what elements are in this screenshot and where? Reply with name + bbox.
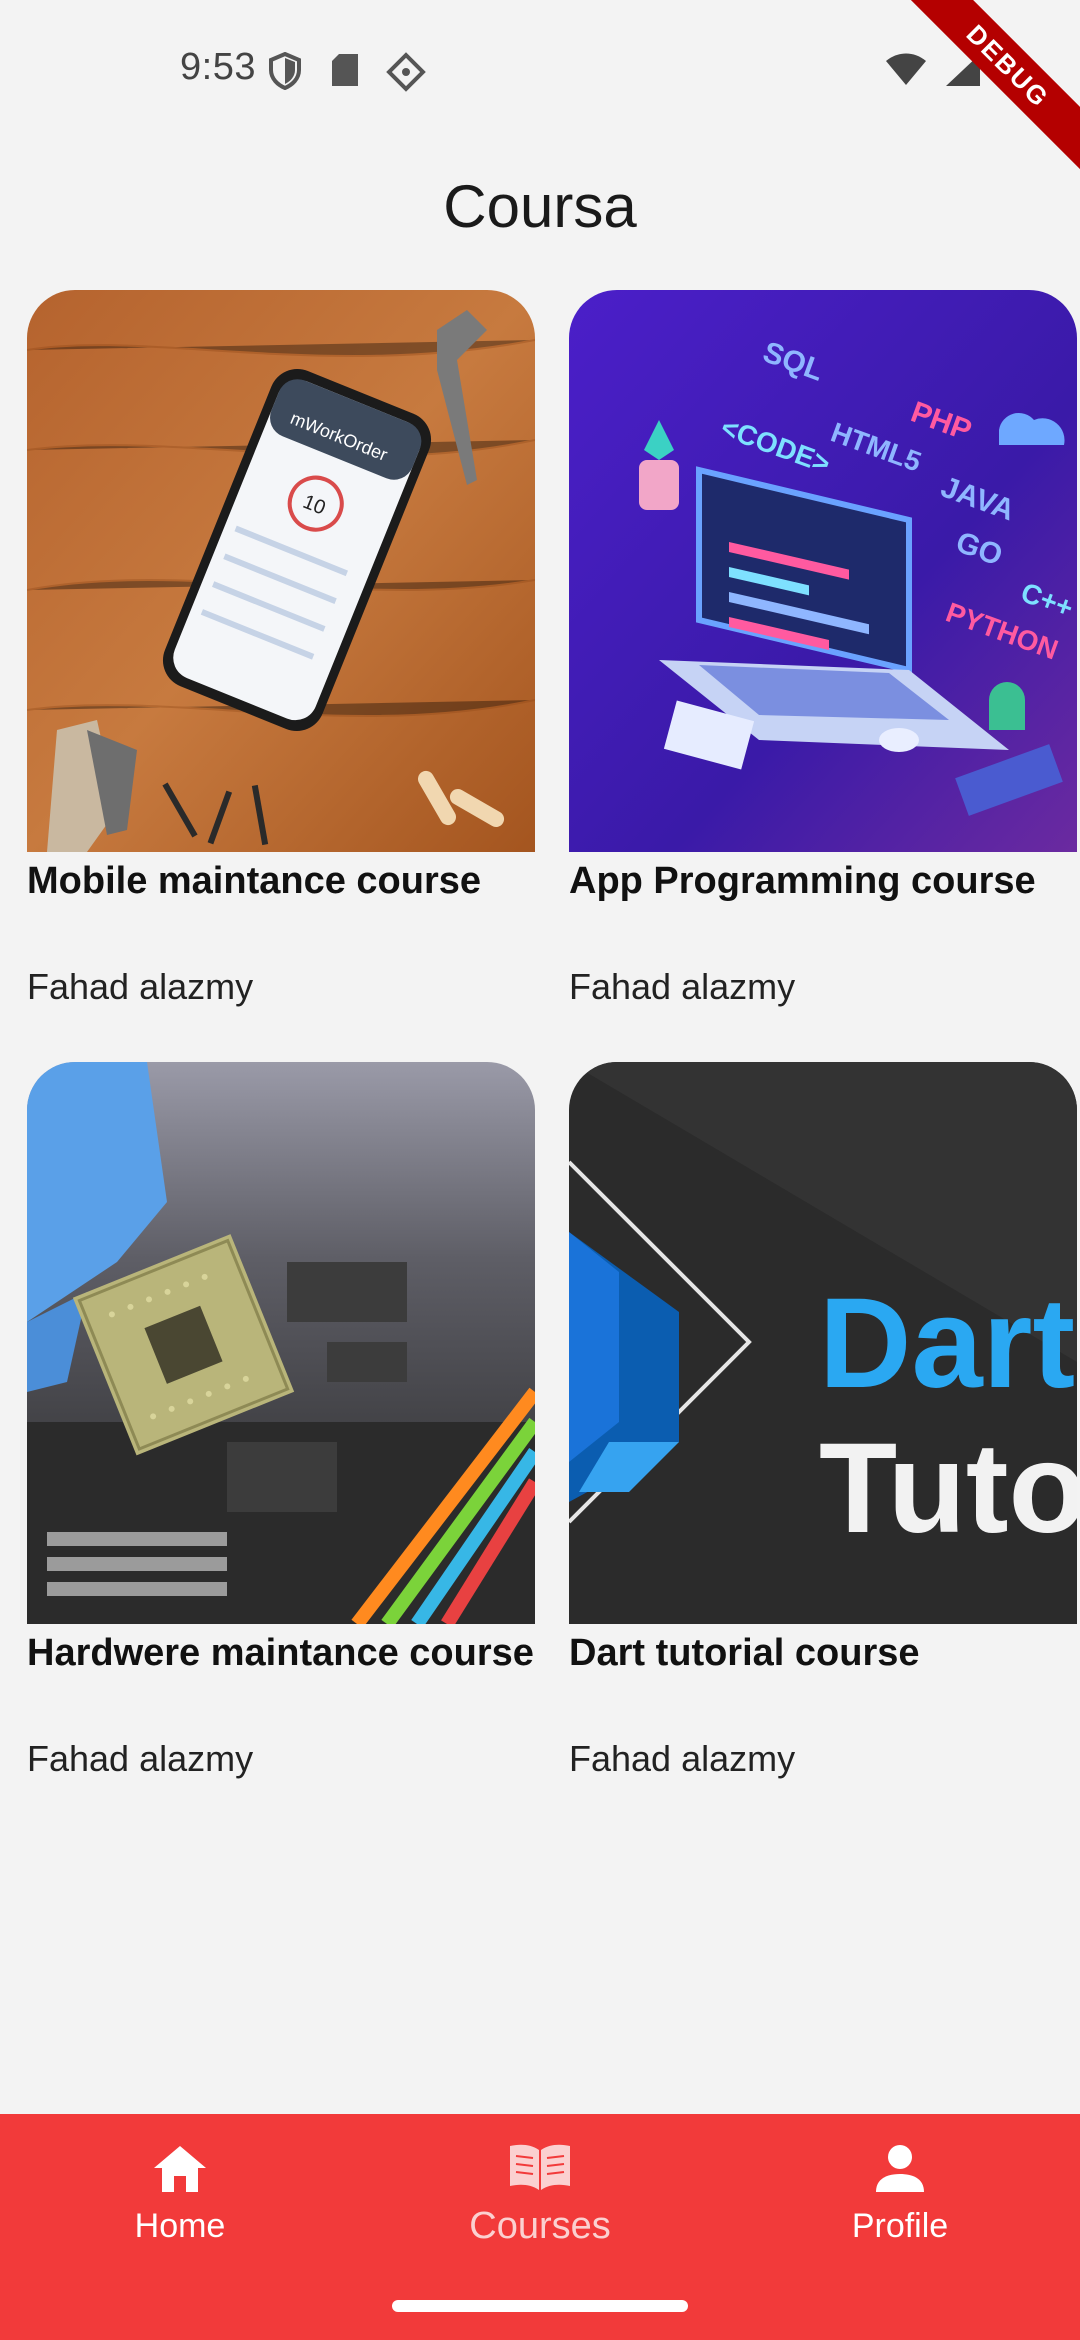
nav-item-courses[interactable]: Courses xyxy=(420,2142,660,2248)
course-card[interactable]: Hardwere maintance course Fahad alazmy xyxy=(27,1062,535,1779)
person-icon xyxy=(876,2145,924,2192)
nav-label-home: Home xyxy=(134,2207,226,2245)
sd-card-icon xyxy=(332,54,358,86)
page-title: Coursa xyxy=(443,173,637,240)
app-screen: 9:53 DEBUG Coursa mWorkOrder 10 Mobile m… xyxy=(0,0,1080,2340)
course-title: App Programming course xyxy=(569,860,1036,902)
gesture-home-indicator[interactable] xyxy=(392,2300,688,2312)
phone-on-workbench-image: mWorkOrder 10 xyxy=(27,290,535,852)
course-title: Dart tutorial course xyxy=(569,1632,920,1674)
cpu-chip-motherboard-image xyxy=(27,1062,535,1624)
shield-icon xyxy=(269,52,301,90)
isometric-laptop-image: SQL HTML5 PHP <CODE> JAVA GO PYTHON C++ xyxy=(569,290,1077,852)
nav-item-home[interactable]: Home xyxy=(60,2144,300,2246)
course-author: Fahad alazmy xyxy=(27,1738,254,1779)
home-icon xyxy=(154,2146,206,2192)
course-author: Fahad alazmy xyxy=(569,1738,796,1779)
course-card[interactable]: Dart Tutorial Dart tutorial course Fahad… xyxy=(569,1062,1077,1779)
course-image-hardware xyxy=(27,1062,535,1624)
course-title: Mobile maintance course xyxy=(27,860,482,902)
dart-tutorial-banner-image: Dart Tutorial xyxy=(569,1062,1077,1624)
course-card[interactable]: SQL HTML5 PHP <CODE> JAVA GO PYTHON C++ xyxy=(569,290,1077,1007)
book-icon xyxy=(510,2144,570,2190)
course-image-mobile: mWorkOrder 10 xyxy=(27,290,535,852)
app-notification-icon xyxy=(386,52,426,92)
course-image-dart: Dart Tutorial xyxy=(569,1062,1077,1624)
wifi-icon xyxy=(886,53,926,85)
status-bar: 9:53 xyxy=(0,0,1080,140)
course-author: Fahad alazmy xyxy=(27,966,254,1007)
course-image-programming: SQL HTML5 PHP <CODE> JAVA GO PYTHON C++ xyxy=(569,290,1077,852)
course-title: Hardwere maintance course xyxy=(27,1632,534,1674)
dart-title-line1: Dart xyxy=(819,1272,1075,1415)
nav-label-courses: Courses xyxy=(469,2205,611,2247)
dart-title-line2: Tutorial xyxy=(819,1417,1077,1560)
nav-item-profile[interactable]: Profile xyxy=(780,2144,1020,2246)
course-author: Fahad alazmy xyxy=(569,966,796,1007)
course-card[interactable]: mWorkOrder 10 Mobile maintance course Fa… xyxy=(27,290,535,1007)
status-time: 9:53 xyxy=(180,46,256,88)
nav-label-profile: Profile xyxy=(851,2207,949,2245)
